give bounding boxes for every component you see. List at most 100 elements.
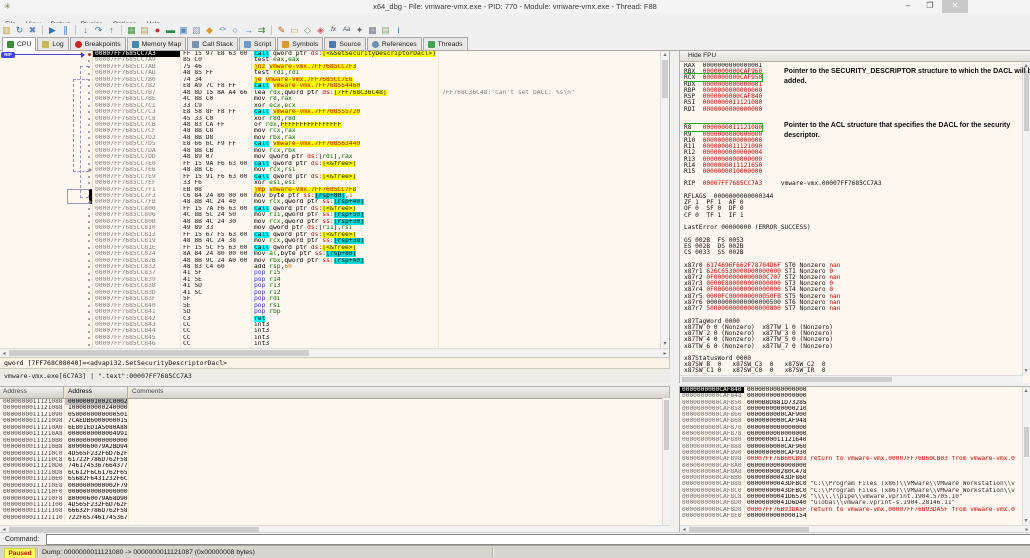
tab-script[interactable]: Script <box>239 37 276 50</box>
tab-threads[interactable]: Threads <box>423 37 468 50</box>
tab-bar: CPU Log Breakpoints Memory Map Call Stack Scr… <box>0 37 1030 51</box>
instruction-bullet-icon <box>88 227 90 229</box>
instruction-bullet-icon <box>88 305 90 307</box>
log-tab-icon <box>42 41 49 48</box>
source-window-icon[interactable]: <> <box>216 23 229 37</box>
selection-info-line: qword [7FF768C08040]=<advapi32.SetSecuri… <box>0 357 670 369</box>
dump-row[interactable]: 0000000011121110722F657461745367 <box>0 515 670 521</box>
registers-vscrollbar[interactable]: ▴ ▾ <box>1022 62 1030 375</box>
breakpoints-tab-icon <box>75 41 82 48</box>
instruction-bullet-icon <box>88 273 90 275</box>
label-icon[interactable]: ◇ <box>301 23 314 37</box>
instruction-bullet-icon <box>88 266 90 268</box>
open-file-icon[interactable]: ▥ <box>0 23 13 37</box>
restart-icon[interactable]: ↻ <box>13 23 26 37</box>
about-icon[interactable]: i <box>392 23 405 37</box>
disasm-row[interactable]: 00007FF7685CC846CCint3 <box>0 341 660 347</box>
tab-label: Script <box>254 41 271 48</box>
instruction-bullet-icon <box>88 234 90 236</box>
run-icon[interactable]: ▶ <box>46 23 59 37</box>
close-process-icon[interactable]: ✖ <box>26 23 39 37</box>
references-tab-icon <box>372 41 379 48</box>
stack-row[interactable]: 0000000000CAF8E00000000000000154 <box>680 513 1030 519</box>
script-tab-icon <box>244 41 251 48</box>
hide-fpu-button[interactable]: Hide FPU <box>680 51 1030 62</box>
instruction-bullet-icon <box>88 344 90 346</box>
stack-pane: 0000000000CAF840000000000000000000000000… <box>679 386 1030 532</box>
text-size-icon[interactable]: Aa <box>340 23 353 37</box>
dump-pane: Address Address Comments 000000001112108… <box>0 386 670 532</box>
dump-col-comments: Comments <box>128 387 670 398</box>
execute-till-return-icon[interactable]: ↑ <box>105 23 118 37</box>
disasm-vscrollbar[interactable]: ▴ ▾ <box>660 51 669 348</box>
tab-references[interactable]: References <box>367 37 422 50</box>
instruction-bullet-icon <box>88 60 90 62</box>
x64dbg-window: ✳ x64_dbg - File: vmware-vmx.exe - PID: … <box>0 0 1030 558</box>
tab-label: Breakpoints <box>85 41 121 48</box>
status-badge-paused: Paused <box>4 548 36 558</box>
disasm-comment <box>438 341 660 347</box>
memory-map-tab-icon <box>132 41 139 48</box>
disassembly-rows: 00007FF7685CC7A3FF 15 97 E8 63 00call qw… <box>0 51 660 348</box>
instruction-bullet-icon <box>88 253 90 255</box>
threads-icon[interactable]: ⇉ <box>255 23 268 37</box>
tab-symbols[interactable]: Symbols <box>277 37 323 50</box>
minimize-button[interactable]: – <box>898 0 918 13</box>
disasm-hscrollbar[interactable]: ◂ ▸ <box>0 348 669 357</box>
pause-icon[interactable]: ∥ <box>59 23 72 37</box>
cpu-window-icon[interactable]: ▦ <box>125 23 138 37</box>
script-window-icon[interactable]: ▨ <box>190 23 203 37</box>
disasm-bytes: CC <box>180 341 251 347</box>
tab-label: CPU <box>17 41 31 48</box>
tab-log[interactable]: Log <box>37 37 68 50</box>
instruction-bullet-icon <box>88 324 90 326</box>
toolbar: ▥↻✖▶∥↓↷↑▦▤●▬▣▨◆<>○→⇉✎▭◇◈fxAa✦▦▤i <box>0 23 1030 38</box>
memory-map-window-icon[interactable]: ▬ <box>164 23 177 37</box>
register-lines: RAX 0000000000000001RBX 0000000000CAF960… <box>684 63 1020 375</box>
instruction-bullet-icon <box>88 215 90 217</box>
tab-breakpoints[interactable]: Breakpoints <box>70 37 126 50</box>
toolbar-separator <box>42 25 43 35</box>
dump-col-address: Address <box>0 387 64 398</box>
close-button[interactable]: ✕ <box>942 0 968 13</box>
tab-call-stack[interactable]: Call Stack <box>187 37 238 50</box>
symbols-window-icon[interactable]: ◆ <box>203 23 216 37</box>
disassembly-pane: 00007FF7685CC7A3FF 15 97 E8 63 00call qw… <box>0 51 670 357</box>
step-into-icon[interactable]: ↓ <box>79 23 92 37</box>
step-over-icon[interactable]: ↷ <box>92 23 105 37</box>
stack-address: 0000000000CAF8E0 <box>680 513 744 519</box>
comment-icon[interactable]: ▭ <box>288 23 301 37</box>
dump-comment <box>128 515 670 521</box>
tab-source[interactable]: Source <box>324 37 366 50</box>
source-tab-icon <box>329 41 336 48</box>
tab-memory-map[interactable]: Memory Map <box>127 37 187 50</box>
breakpoints-window-icon[interactable]: ● <box>151 23 164 37</box>
instruction-bullet-icon <box>88 311 90 313</box>
stack-value: 0000000000000154 <box>744 513 806 519</box>
stack-vscrollbar[interactable]: ▴ ▾ <box>1022 387 1030 525</box>
patch-icon[interactable]: ✎ <box>275 23 288 37</box>
log-window-icon[interactable]: ▤ <box>138 23 151 37</box>
register-line[interactable]: x87SW_C1 0 x87SW_C0 0 x87SW_IR 0 <box>684 368 1020 374</box>
call-stack-window-icon[interactable]: ▣ <box>177 23 190 37</box>
search-icon[interactable]: ○ <box>229 23 242 37</box>
dump-vscrollbar[interactable] <box>662 398 670 525</box>
title-bar: ✳ x64_dbg - File: vmware-vmx.exe - PID: … <box>0 0 1030 14</box>
bookmark-icon[interactable]: ◈ <box>314 23 327 37</box>
rip-arrowhead-icon <box>81 52 85 58</box>
tab-label: Memory Map <box>142 41 182 48</box>
settings-icon[interactable]: ✦ <box>353 23 366 37</box>
disasm-address: 00007FF7685CC846 <box>93 341 180 347</box>
registers-hscrollbar[interactable] <box>680 375 1023 383</box>
tab-label: References <box>382 41 417 48</box>
window-title: x64_dbg - File: vmware-vmx.exe - PID: 77… <box>0 0 1030 13</box>
tab-cpu[interactable]: CPU <box>2 37 36 51</box>
menu-bar: FileViewDebugPluginsOptionsHelp <box>0 13 1030 23</box>
references-icon[interactable]: → <box>242 23 255 37</box>
command-input[interactable] <box>46 534 1030 545</box>
function-icon[interactable]: fx <box>327 23 340 37</box>
calculator-icon[interactable]: ▦ <box>366 23 379 37</box>
notes-icon[interactable]: ▤ <box>379 23 392 37</box>
maximize-button[interactable]: ❐ <box>920 0 940 13</box>
dump-header: Address Address Comments <box>0 387 670 399</box>
